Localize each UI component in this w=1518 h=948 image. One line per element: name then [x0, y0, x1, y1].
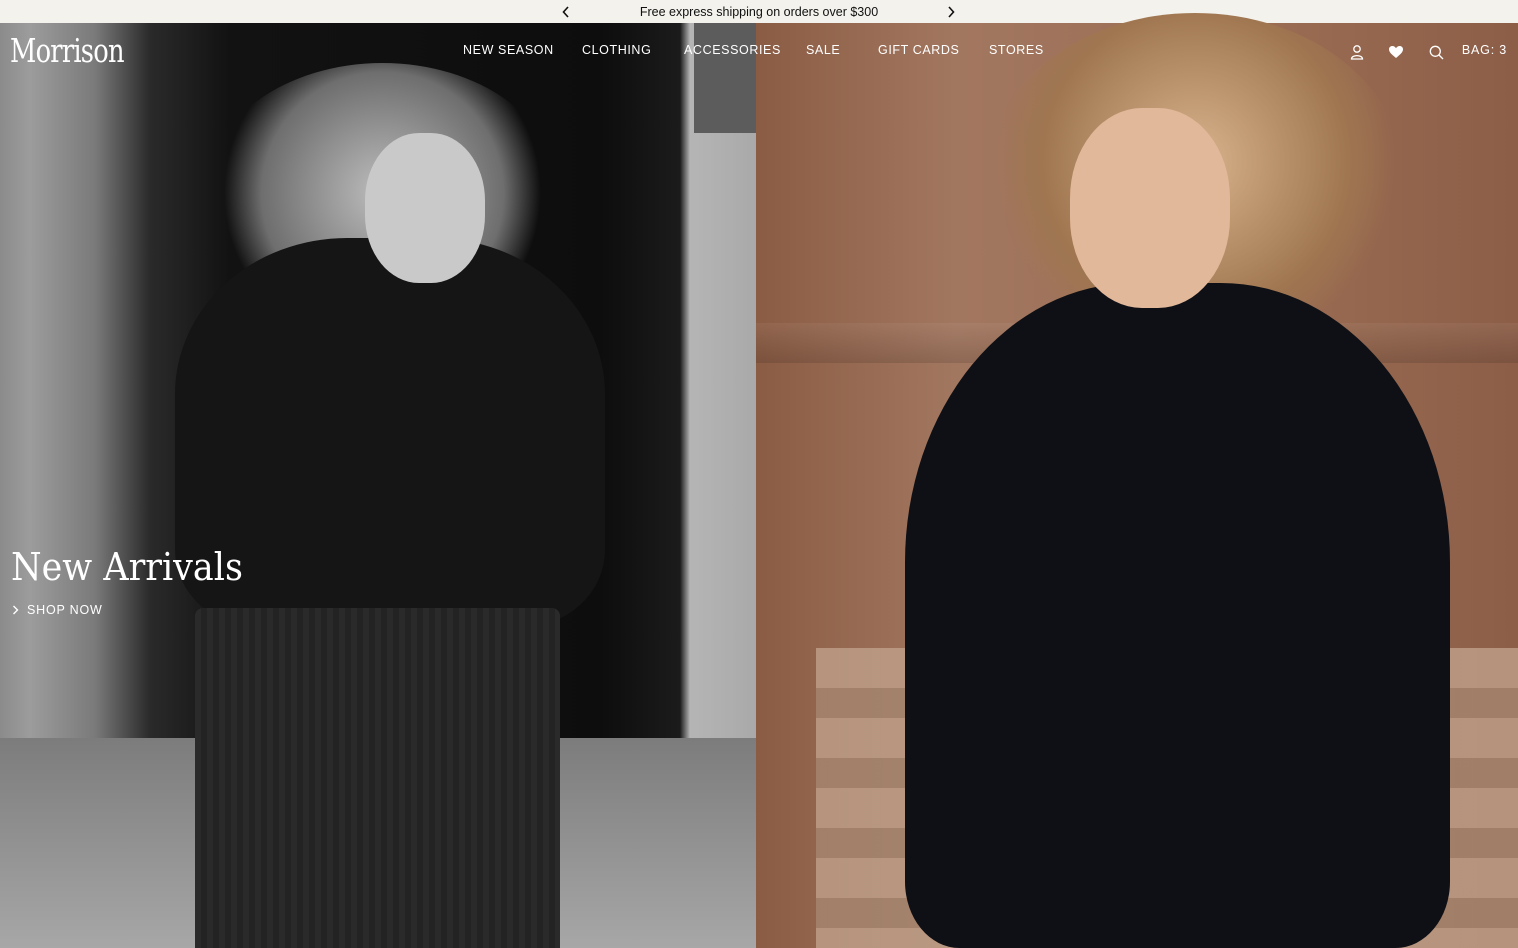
hero-title: New Arrivals [11, 545, 243, 589]
site-header: Morrison NEW SEASON CLOTHING ACCESSORIES… [0, 23, 1518, 78]
nav-stores[interactable]: STORES [989, 43, 1044, 57]
search-icon [1429, 45, 1443, 59]
nav-clothing[interactable]: CLOTHING [582, 43, 651, 57]
shop-now-link[interactable]: SHOP NOW [12, 603, 103, 617]
nav-accessories[interactable]: ACCESSORIES [684, 43, 781, 57]
user-icon [1350, 45, 1364, 60]
bag-button[interactable]: BAG: 3 [1462, 43, 1507, 57]
nav-new-season[interactable]: NEW SEASON [463, 43, 554, 57]
announcement-next-button[interactable] [941, 0, 961, 23]
search-button[interactable] [1425, 41, 1447, 63]
heart-icon [1389, 46, 1403, 58]
shop-now-label: SHOP NOW [27, 603, 103, 617]
brand-logo[interactable]: Morrison [10, 31, 125, 70]
chevron-right-icon [13, 605, 19, 615]
announcement-text[interactable]: Free express shipping on orders over $30… [640, 5, 878, 19]
chevron-right-icon [948, 5, 955, 18]
chevron-left-icon [562, 5, 569, 18]
nav-gift-cards[interactable]: GIFT CARDS [878, 43, 959, 57]
wishlist-button[interactable] [1385, 41, 1407, 63]
announcement-bar: Free express shipping on orders over $30… [0, 0, 1518, 23]
account-button[interactable] [1346, 41, 1368, 63]
announcement-prev-button[interactable] [556, 0, 576, 23]
nav-sale[interactable]: SALE [806, 43, 840, 57]
